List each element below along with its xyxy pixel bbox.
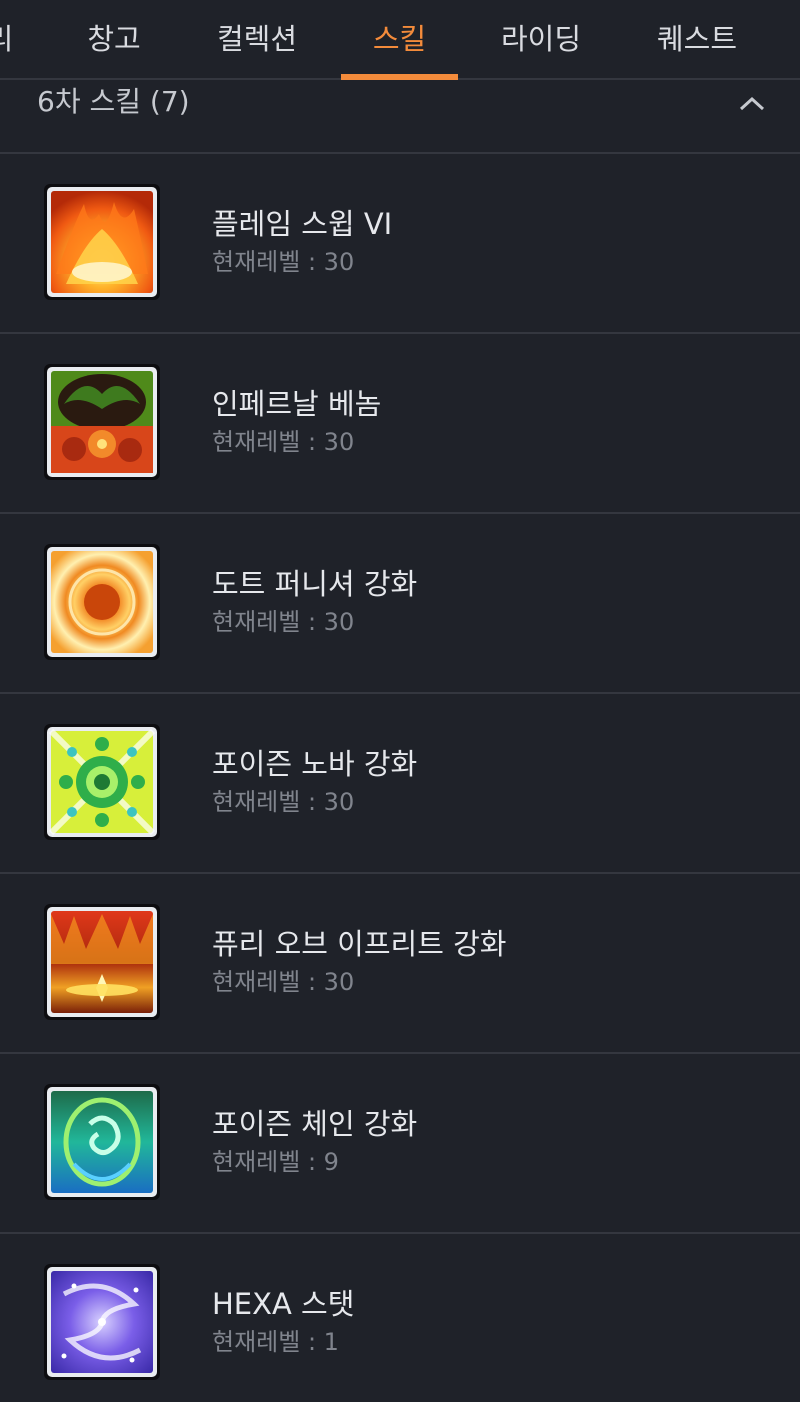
skill-level-value: 30 — [323, 968, 355, 996]
skill-name: 포이즌 체인 강화 — [212, 1107, 418, 1141]
section-title: 6차 스킬 (7) — [37, 85, 190, 118]
dot-punisher-icon — [44, 544, 160, 660]
skill-level-label: 현재레벨 : — [212, 968, 324, 996]
skill-level-label: 현재레벨 : — [212, 428, 324, 456]
poison-chain-icon — [44, 1084, 160, 1200]
flame-sweep-icon — [44, 184, 160, 300]
skill-level-value: 30 — [323, 248, 355, 276]
skill-level-label: 현재레벨 : — [212, 1328, 324, 1356]
skill-level: 현재레벨 : 30 — [212, 966, 354, 998]
skill-row[interactable]: 플레임 스윕 VI 현재레벨 : 30 — [0, 154, 800, 334]
skill-row[interactable]: HEXA 스탯 현재레벨 : 1 — [0, 1234, 800, 1402]
skill-level: 현재레벨 : 30 — [212, 426, 354, 458]
skill-page: 리 창고 컬렉션 스킬 라이딩 퀘스트 6차 스킬 (7) — [0, 0, 800, 1402]
skill-level-label: 현재레벨 : — [212, 1148, 324, 1176]
hexa-stat-icon — [44, 1264, 160, 1380]
tab-riding[interactable]: 라이딩 — [480, 0, 602, 80]
skill-row[interactable]: 퓨리 오브 이프리트 강화 현재레벨 : 30 — [0, 874, 800, 1054]
tab-storage[interactable]: 창고 — [74, 0, 154, 80]
section-header[interactable]: 6차 스킬 (7) — [0, 80, 800, 154]
skill-name: HEXA 스탯 — [212, 1287, 355, 1321]
fury-of-ifrit-icon — [44, 904, 160, 1020]
skill-level: 현재레벨 : 9 — [212, 1146, 339, 1178]
skill-level: 현재레벨 : 30 — [212, 786, 354, 818]
skill-row[interactable]: 인페르날 베놈 현재레벨 : 30 — [0, 334, 800, 514]
skill-level-label: 현재레벨 : — [212, 788, 324, 816]
skill-row[interactable]: 포이즌 체인 강화 현재레벨 : 9 — [0, 1054, 800, 1234]
skill-row[interactable]: 포이즌 노바 강화 현재레벨 : 30 — [0, 694, 800, 874]
skill-level-value: 30 — [323, 788, 355, 816]
infernal-venom-icon — [44, 364, 160, 480]
tab-skill[interactable]: 스킬 — [341, 0, 458, 80]
skill-level-label: 현재레벨 : — [212, 248, 324, 276]
skill-name: 인페르날 베놈 — [212, 387, 382, 421]
skill-level-label: 현재레벨 : — [212, 608, 324, 636]
tab-bar: 리 창고 컬렉션 스킬 라이딩 퀘스트 — [0, 0, 800, 80]
skill-level: 현재레벨 : 30 — [212, 606, 354, 638]
tab-quest[interactable]: 퀘스트 — [636, 0, 758, 80]
skill-level: 현재레벨 : 30 — [212, 246, 354, 278]
skill-name: 도트 퍼니셔 강화 — [212, 567, 418, 601]
skill-name: 포이즌 노바 강화 — [212, 747, 418, 781]
tab-collection[interactable]: 컬렉션 — [196, 0, 318, 80]
skill-level: 현재레벨 : 1 — [212, 1326, 339, 1358]
skill-level-value: 9 — [323, 1148, 339, 1176]
skill-level-value: 30 — [323, 428, 355, 456]
skill-name: 플레임 스윕 VI — [212, 207, 393, 241]
skill-row[interactable]: 도트 퍼니셔 강화 현재레벨 : 30 — [0, 514, 800, 694]
poison-nova-icon — [44, 724, 160, 840]
tab-partial[interactable]: 리 — [0, 0, 20, 80]
chevron-up-icon[interactable] — [737, 94, 767, 112]
skill-level-value: 1 — [323, 1328, 339, 1356]
skill-level-value: 30 — [323, 608, 355, 636]
skill-name: 퓨리 오브 이프리트 강화 — [212, 927, 507, 961]
